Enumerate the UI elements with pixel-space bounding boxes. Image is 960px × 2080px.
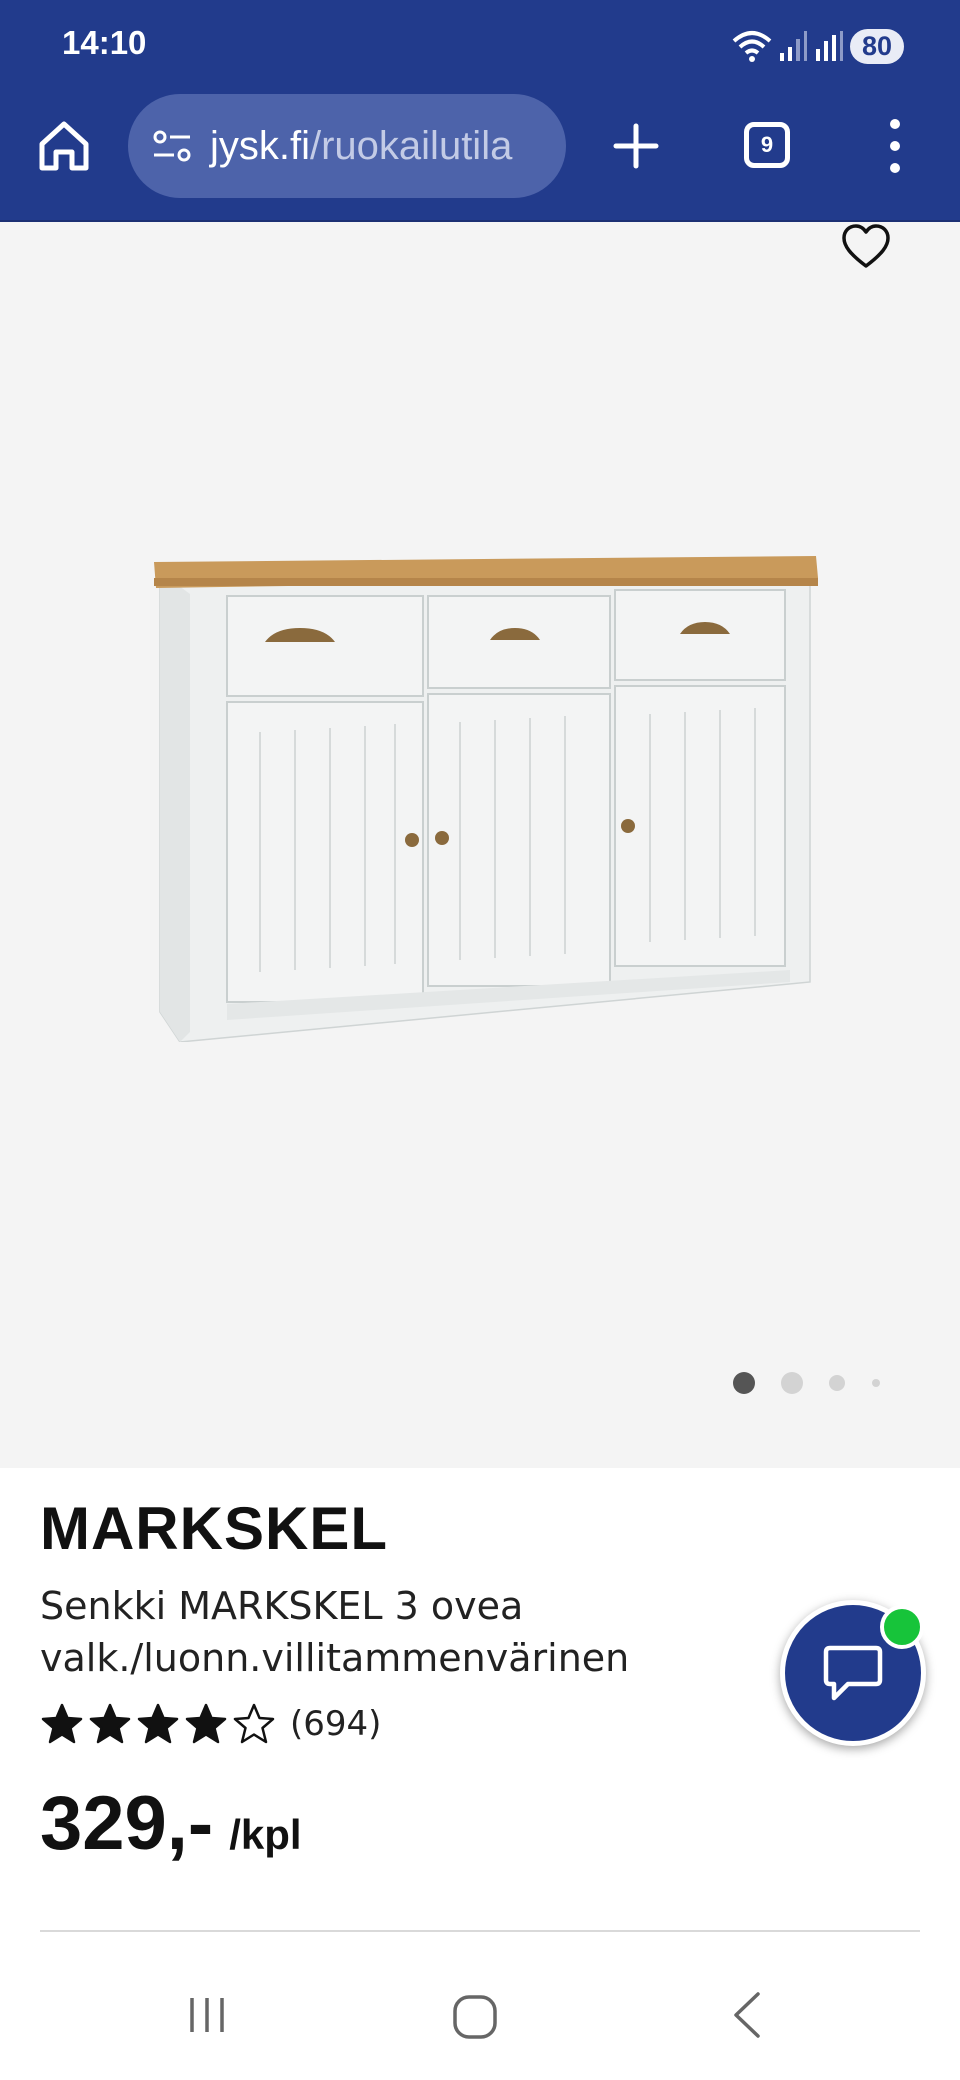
price-value: 329,-	[40, 1781, 214, 1866]
carousel-dots[interactable]	[0, 1368, 960, 1398]
product-image	[154, 556, 818, 1042]
url-domain: jysk.fi	[210, 123, 310, 168]
wifi-icon	[732, 31, 772, 62]
star-filled-icon	[185, 1703, 227, 1744]
carousel-dot[interactable]	[781, 1372, 803, 1394]
home-nav-icon[interactable]	[450, 1992, 500, 2042]
browser-top-bar: 14:10 80 jysk.fi/ruokailutila 9	[0, 0, 960, 222]
heart-icon[interactable]	[840, 222, 892, 274]
status-icons: 80	[732, 26, 904, 66]
carousel-dot-active[interactable]	[733, 1372, 755, 1394]
tabs-icon[interactable]: 9	[744, 122, 790, 168]
url-text: jysk.fi/ruokailutila	[210, 124, 512, 169]
divider	[40, 1930, 920, 1932]
url-bar[interactable]: jysk.fi/ruokailutila	[128, 94, 566, 198]
home-icon[interactable]	[36, 118, 92, 174]
rating-stars	[40, 1702, 276, 1746]
back-icon[interactable]	[726, 1990, 766, 2040]
recents-icon[interactable]	[184, 1992, 230, 2038]
site-settings-icon[interactable]	[152, 129, 192, 163]
star-empty-icon	[233, 1703, 275, 1744]
url-path: /ruokailutila	[310, 123, 513, 168]
star-filled-icon	[41, 1703, 83, 1744]
chat-icon	[823, 1645, 883, 1701]
product-image-carousel[interactable]	[0, 222, 960, 1468]
review-count: (694)	[290, 1704, 382, 1744]
star-filled-icon	[89, 1703, 131, 1744]
product-rating[interactable]: (694)	[40, 1702, 381, 1746]
plus-icon[interactable]	[608, 118, 664, 174]
price-unit: /kpl	[229, 1811, 302, 1858]
signal-icon	[779, 31, 807, 61]
product-brand: MARKSKEL	[40, 1495, 388, 1562]
carousel-dot[interactable]	[872, 1379, 880, 1387]
carousel-dot[interactable]	[829, 1375, 845, 1391]
battery-indicator: 80	[849, 28, 904, 64]
product-price: 329,- /kpl	[40, 1780, 302, 1867]
more-vert-icon[interactable]	[880, 116, 910, 176]
system-nav-bar	[0, 1960, 960, 2080]
status-time: 14:10	[62, 24, 147, 61]
online-status-dot	[880, 1605, 924, 1649]
star-filled-icon	[137, 1703, 179, 1744]
signal-icon	[815, 31, 843, 61]
product-description: Senkki MARKSKEL 3 ovea valk./luonn.villi…	[40, 1584, 630, 1680]
